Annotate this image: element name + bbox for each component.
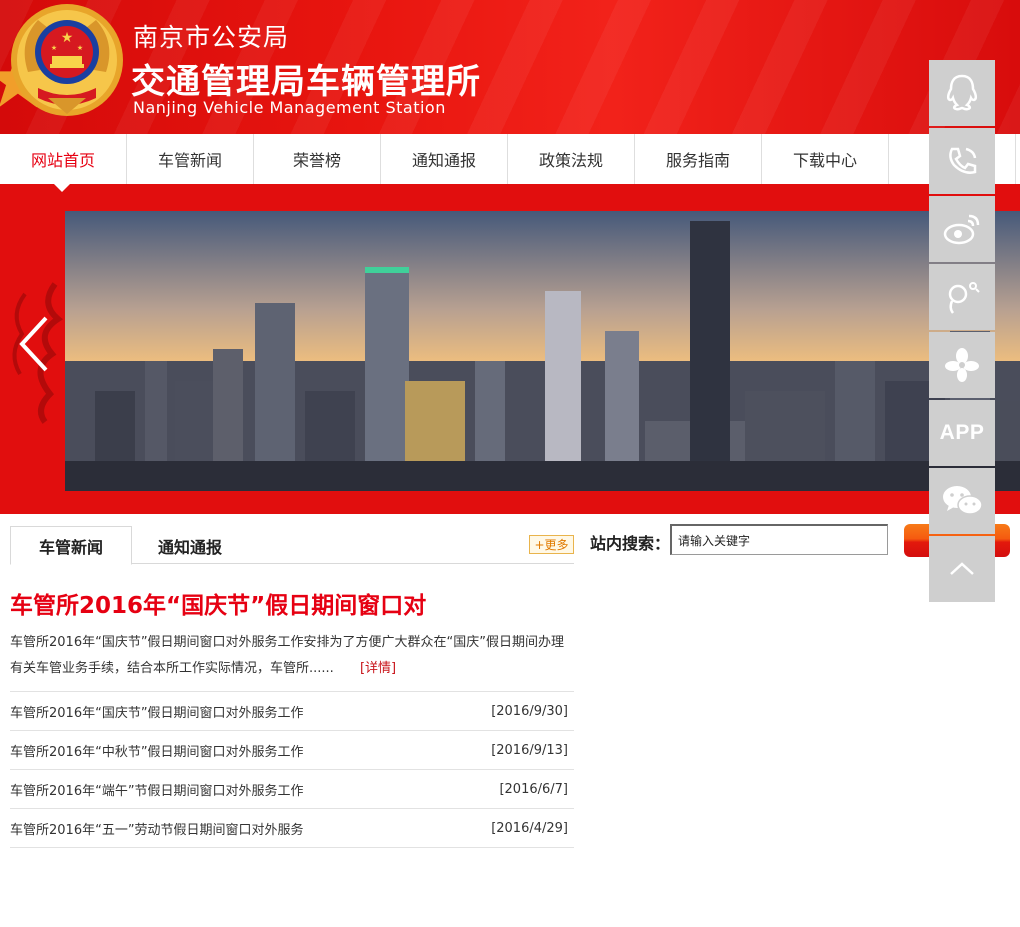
- qq-icon: [946, 74, 978, 111]
- tab-notices[interactable]: 通知通报: [132, 526, 248, 565]
- nav-item-policies[interactable]: 政策法规: [508, 134, 635, 184]
- main-nav: 网站首页 车管新闻 荣誉榜 通知通报 政策法规 服务指南 下载中心: [0, 134, 1020, 192]
- nav-active-pointer: [54, 184, 70, 192]
- list-item-title: 车管所2016年“中秋节”假日期间窗口对外服务工作: [10, 744, 304, 760]
- weibo-icon: [943, 214, 980, 245]
- list-item[interactable]: 车管所2016年“五一”劳动节假日期间窗口对外服务 [2016/4/29]: [10, 809, 574, 848]
- sidebar-weibo[interactable]: [929, 196, 995, 262]
- sidebar-flower[interactable]: [929, 332, 995, 398]
- banner-city-skyline-image[interactable]: [65, 211, 1020, 491]
- list-item-title: 车管所2016年“端午”节假日期间窗口对外服务工作: [10, 783, 304, 799]
- news-summary: 车管所2016年“国庆节”假日期间窗口对外服务工作安排为了方便广大群众在“国庆”…: [10, 630, 576, 682]
- nav-item-downloads[interactable]: 下载中心: [762, 134, 889, 184]
- skyline-illustration: [65, 211, 1020, 491]
- nav-item-label: 车管新闻: [157, 151, 222, 170]
- svg-text:★: ★: [61, 30, 74, 46]
- news-headline[interactable]: 车管所2016年“国庆节”假日期间窗口对: [10, 586, 426, 620]
- list-item[interactable]: 车管所2016年“端午”节假日期间窗口对外服务工作 [2016/6/7]: [10, 770, 574, 809]
- sidebar-qq[interactable]: [929, 60, 995, 126]
- tencent-weibo-icon: [948, 282, 980, 314]
- nav-item-home[interactable]: 网站首页: [0, 134, 127, 192]
- tab-vehicle-news[interactable]: 车管新闻: [10, 526, 132, 565]
- nav-item-service-guide[interactable]: 服务指南: [635, 134, 762, 184]
- news-tabs: 车管新闻 通知通报: [10, 526, 574, 565]
- nav-item-news[interactable]: 车管新闻: [127, 134, 254, 184]
- header-title-english: Nanjing Vehicle Management Station: [133, 98, 446, 117]
- police-emblem-logo: ★ ★ ★: [11, 4, 123, 116]
- wechat-icon: [943, 486, 983, 515]
- nav-item-label: 政策法规: [538, 151, 603, 170]
- banner-carousel: [0, 184, 1020, 514]
- nav-item-label: 荣誉榜: [292, 151, 341, 170]
- list-item[interactable]: 车管所2016年“中秋节”假日期间窗口对外服务工作 [2016/9/13]: [10, 731, 574, 770]
- app-icon: APP: [939, 421, 985, 444]
- site-header: ★ ★ ★ ★ 南京市公安局 交通管理局车辆管理所 Nanjing Vehicl…: [0, 0, 1020, 134]
- svg-text:★: ★: [51, 44, 57, 52]
- news-list: 车管所2016年“国庆节”假日期间窗口对外服务工作 [2016/9/30] 车管…: [10, 691, 574, 848]
- floating-sidebar: APP: [929, 60, 995, 604]
- header-title-main: 交通管理局车辆管理所: [131, 62, 481, 102]
- nav-item-notices[interactable]: 通知通报: [381, 134, 508, 184]
- more-news-button[interactable]: +更多: [529, 535, 574, 554]
- list-item-date: [2016/9/13]: [491, 742, 568, 758]
- list-item-title: 车管所2016年“国庆节”假日期间窗口对外服务工作: [10, 705, 304, 721]
- nav-item-label: 下载中心: [792, 151, 857, 170]
- sidebar-back-to-top[interactable]: [929, 536, 995, 602]
- list-item-title: 车管所2016年“五一”劳动节假日期间窗口对外服务: [10, 822, 304, 838]
- nav-item-label: 网站首页: [30, 151, 95, 170]
- nav-item-label: 通知通报: [411, 151, 476, 170]
- banner-prev-arrow-icon[interactable]: [14, 314, 54, 374]
- nav-item-label: 服务指南: [665, 151, 730, 170]
- news-summary-text: 车管所2016年“国庆节”假日期间窗口对外服务工作安排为了方便广大群众在“国庆”…: [10, 635, 565, 676]
- sidebar-tencent-weibo[interactable]: [929, 264, 995, 330]
- flower-icon: [945, 348, 979, 382]
- sidebar-wechat[interactable]: [929, 468, 995, 534]
- back-to-top-icon: [950, 562, 974, 575]
- detail-link[interactable]: [详情]: [360, 661, 396, 676]
- list-item-date: [2016/6/7]: [499, 781, 568, 797]
- phone-icon: [949, 147, 977, 174]
- sidebar-phone[interactable]: [929, 128, 995, 194]
- list-item[interactable]: 车管所2016年“国庆节”假日期间窗口对外服务工作 [2016/9/30]: [10, 692, 574, 731]
- sidebar-app[interactable]: APP: [929, 400, 995, 466]
- svg-text:★: ★: [77, 44, 83, 52]
- header-title-small: 南京市公安局: [133, 23, 290, 52]
- nav-item-honors[interactable]: 荣誉榜: [254, 134, 381, 184]
- list-item-date: [2016/4/29]: [491, 820, 568, 836]
- search-label: 站内搜索：: [590, 534, 671, 553]
- list-item-date: [2016/9/30]: [491, 703, 568, 719]
- search-input[interactable]: 请输入关键字: [670, 524, 888, 555]
